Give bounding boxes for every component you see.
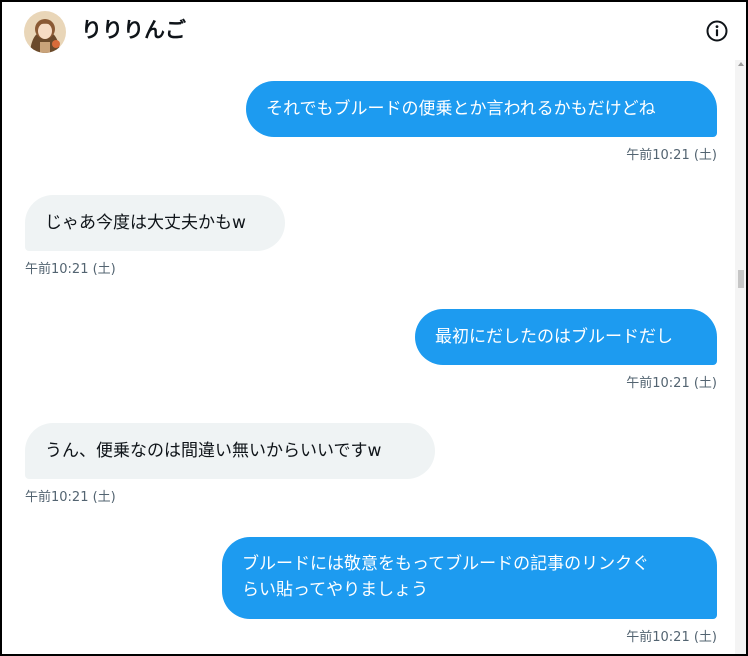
message-bubble-incoming[interactable]: じゃあ今度は大丈夫かもw [25, 195, 285, 251]
message-bubble-outgoing[interactable]: ブルードには敬意をもってブルードの記事のリンクぐ らい貼ってやりましょう [222, 537, 717, 619]
conversation-header: りりりんご [2, 2, 746, 60]
message-text: 最初にだしたのはブルードだし [435, 327, 673, 347]
info-button[interactable] [705, 19, 729, 43]
message-text: うん、便乗なのは間違い無いからいいですw [45, 441, 382, 461]
message-timestamp: 午前10:21 (土) [626, 376, 717, 391]
scroll-up-arrow-icon[interactable] [738, 62, 744, 66]
user-avatar[interactable] [24, 11, 66, 53]
info-circle-icon [706, 20, 728, 42]
conversation-title: りりりんご [81, 18, 186, 42]
message-timestamp: 午前10:21 (土) [626, 148, 717, 163]
dm-conversation-panel: りりりんご それでもブルードの便乗とか言われるかもだけどね 午前10:21 (土… [0, 0, 748, 656]
message-timestamp: 午前10:21 (土) [25, 490, 116, 505]
message-text: それでもブルードの便乗とか言われるかもだけどね [266, 99, 656, 119]
message-text-line: ブルードには敬意をもってブルードの記事のリンクぐ [242, 554, 650, 574]
message-bubble-outgoing[interactable]: それでもブルードの便乗とか言われるかもだけどね [246, 81, 717, 137]
message-text-line: らい貼ってやりましょう [242, 580, 429, 600]
scrollbar[interactable] [735, 60, 746, 654]
message-bubble-incoming[interactable]: うん、便乗なのは間違い無いからいいですw [25, 423, 435, 479]
message-timestamp: 午前10:21 (土) [626, 630, 717, 645]
message-text: じゃあ今度は大丈夫かもw [45, 213, 246, 233]
message-timestamp: 午前10:21 (土) [25, 262, 116, 277]
scroll-thumb[interactable] [738, 270, 744, 288]
avatar-illustration [24, 11, 66, 53]
message-bubble-outgoing[interactable]: 最初にだしたのはブルードだし [415, 309, 717, 365]
